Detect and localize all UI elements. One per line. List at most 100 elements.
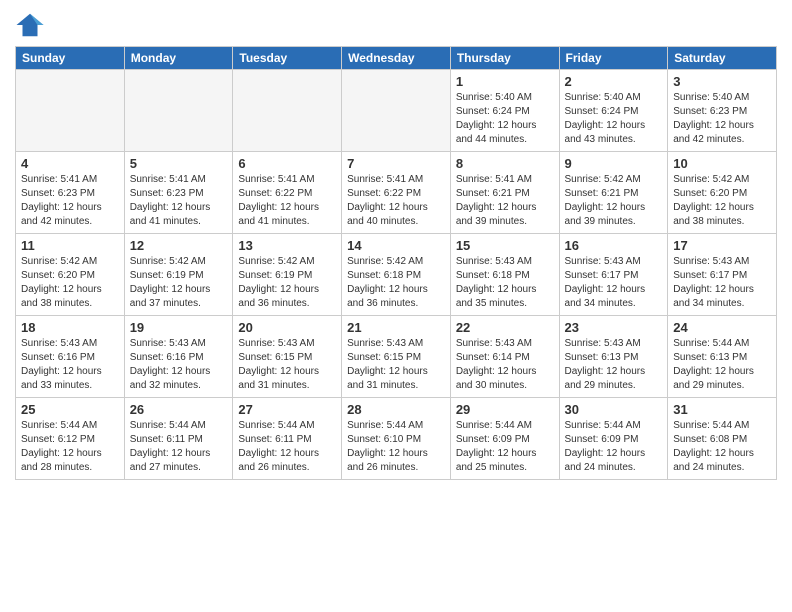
calendar-cell: 7 Sunrise: 5:41 AM Sunset: 6:22 PM Daylig… xyxy=(342,152,451,234)
weekday-header-wednesday: Wednesday xyxy=(342,47,451,70)
weekday-header-row: SundayMondayTuesdayWednesdayThursdayFrid… xyxy=(16,47,777,70)
day-number: 8 xyxy=(456,156,554,171)
calendar-table: SundayMondayTuesdayWednesdayThursdayFrid… xyxy=(15,46,777,480)
day-number: 9 xyxy=(565,156,663,171)
calendar-cell: 18 Sunrise: 5:43 AM Sunset: 6:16 PM Dayli… xyxy=(16,316,125,398)
calendar-cell: 8 Sunrise: 5:41 AM Sunset: 6:21 PM Daylig… xyxy=(450,152,559,234)
day-number: 16 xyxy=(565,238,663,253)
calendar-week-2: 4 Sunrise: 5:41 AM Sunset: 6:23 PM Daylig… xyxy=(16,152,777,234)
weekday-header-monday: Monday xyxy=(124,47,233,70)
day-number: 3 xyxy=(673,74,771,89)
day-info: Sunrise: 5:42 AM Sunset: 6:20 PM Dayligh… xyxy=(673,173,771,229)
calendar-cell: 21 Sunrise: 5:43 AM Sunset: 6:15 PM Dayli… xyxy=(342,316,451,398)
calendar-cell: 10 Sunrise: 5:42 AM Sunset: 6:20 PM Dayli… xyxy=(668,152,777,234)
day-info: Sunrise: 5:43 AM Sunset: 6:15 PM Dayligh… xyxy=(238,337,336,393)
day-number: 1 xyxy=(456,74,554,89)
day-info: Sunrise: 5:40 AM Sunset: 6:24 PM Dayligh… xyxy=(456,91,554,147)
weekday-header-tuesday: Tuesday xyxy=(233,47,342,70)
calendar-cell: 17Sunrise: 5:43 AM Sunset: 6:17 PM Dayli… xyxy=(668,234,777,316)
day-info: Sunrise: 5:44 AM Sunset: 6:13 PM Dayligh… xyxy=(673,337,771,393)
day-number: 14 xyxy=(347,238,445,253)
day-info: Sunrise: 5:44 AM Sunset: 6:08 PM Dayligh… xyxy=(673,419,771,475)
calendar-cell: 1 Sunrise: 5:40 AM Sunset: 6:24 PM Daylig… xyxy=(450,70,559,152)
day-info: Sunrise: 5:41 AM Sunset: 6:22 PM Dayligh… xyxy=(238,173,336,229)
day-number: 17 xyxy=(673,238,771,253)
calendar-cell: 3 Sunrise: 5:40 AM Sunset: 6:23 PM Daylig… xyxy=(668,70,777,152)
day-number: 28 xyxy=(347,402,445,417)
calendar-cell xyxy=(342,70,451,152)
day-number: 30 xyxy=(565,402,663,417)
day-info: Sunrise: 5:44 AM Sunset: 6:11 PM Dayligh… xyxy=(238,419,336,475)
calendar-cell: 27 Sunrise: 5:44 AM Sunset: 6:11 PM Dayli… xyxy=(233,398,342,480)
day-info: Sunrise: 5:41 AM Sunset: 6:22 PM Dayligh… xyxy=(347,173,445,229)
day-info: Sunrise: 5:41 AM Sunset: 6:21 PM Dayligh… xyxy=(456,173,554,229)
day-number: 10 xyxy=(673,156,771,171)
weekday-header-thursday: Thursday xyxy=(450,47,559,70)
calendar-cell: 16 Sunrise: 5:43 AM Sunset: 6:17 PM Dayli… xyxy=(559,234,668,316)
day-number: 7 xyxy=(347,156,445,171)
day-number: 24 xyxy=(673,320,771,335)
day-number: 23 xyxy=(565,320,663,335)
day-number: 26 xyxy=(130,402,228,417)
day-number: 31 xyxy=(673,402,771,417)
day-number: 27 xyxy=(238,402,336,417)
day-info: Sunrise: 5:40 AM Sunset: 6:23 PM Dayligh… xyxy=(673,91,771,147)
day-info: Sunrise: 5:42 AM Sunset: 6:18 PM Dayligh… xyxy=(347,255,445,311)
calendar-cell: 11 Sunrise: 5:42 AM Sunset: 6:20 PM Dayli… xyxy=(16,234,125,316)
calendar-cell xyxy=(124,70,233,152)
calendar-cell: 14 Sunrise: 5:42 AM Sunset: 6:18 PM Dayli… xyxy=(342,234,451,316)
calendar-cell: 5Sunrise: 5:41 AM Sunset: 6:23 PM Daylig… xyxy=(124,152,233,234)
calendar-cell: 22 Sunrise: 5:43 AM Sunset: 6:14 PM Dayli… xyxy=(450,316,559,398)
calendar-cell: 26 Sunrise: 5:44 AM Sunset: 6:11 PM Dayli… xyxy=(124,398,233,480)
calendar-cell: 9Sunrise: 5:42 AM Sunset: 6:21 PM Daylig… xyxy=(559,152,668,234)
day-info: Sunrise: 5:41 AM Sunset: 6:23 PM Dayligh… xyxy=(21,173,119,229)
weekday-header-friday: Friday xyxy=(559,47,668,70)
day-info: Sunrise: 5:41 AM Sunset: 6:23 PM Dayligh… xyxy=(130,173,228,229)
day-number: 11 xyxy=(21,238,119,253)
calendar-cell: 25Sunrise: 5:44 AM Sunset: 6:12 PM Dayli… xyxy=(16,398,125,480)
calendar-week-5: 25Sunrise: 5:44 AM Sunset: 6:12 PM Dayli… xyxy=(16,398,777,480)
day-info: Sunrise: 5:42 AM Sunset: 6:20 PM Dayligh… xyxy=(21,255,119,311)
day-info: Sunrise: 5:42 AM Sunset: 6:19 PM Dayligh… xyxy=(130,255,228,311)
day-number: 6 xyxy=(238,156,336,171)
weekday-header-saturday: Saturday xyxy=(668,47,777,70)
day-number: 21 xyxy=(347,320,445,335)
calendar-cell: 24 Sunrise: 5:44 AM Sunset: 6:13 PM Dayli… xyxy=(668,316,777,398)
calendar-cell: 12Sunrise: 5:42 AM Sunset: 6:19 PM Dayli… xyxy=(124,234,233,316)
day-info: Sunrise: 5:43 AM Sunset: 6:16 PM Dayligh… xyxy=(21,337,119,393)
day-info: Sunrise: 5:43 AM Sunset: 6:15 PM Dayligh… xyxy=(347,337,445,393)
day-number: 4 xyxy=(21,156,119,171)
day-number: 2 xyxy=(565,74,663,89)
calendar-cell: 29 Sunrise: 5:44 AM Sunset: 6:09 PM Dayli… xyxy=(450,398,559,480)
day-info: Sunrise: 5:44 AM Sunset: 6:09 PM Dayligh… xyxy=(565,419,663,475)
header xyxy=(15,10,777,40)
day-number: 29 xyxy=(456,402,554,417)
calendar-cell: 20 Sunrise: 5:43 AM Sunset: 6:15 PM Dayli… xyxy=(233,316,342,398)
day-info: Sunrise: 5:44 AM Sunset: 6:09 PM Dayligh… xyxy=(456,419,554,475)
day-number: 22 xyxy=(456,320,554,335)
calendar-cell xyxy=(233,70,342,152)
day-info: Sunrise: 5:44 AM Sunset: 6:10 PM Dayligh… xyxy=(347,419,445,475)
day-number: 18 xyxy=(21,320,119,335)
weekday-header-sunday: Sunday xyxy=(16,47,125,70)
calendar-cell: 13 Sunrise: 5:42 AM Sunset: 6:19 PM Dayli… xyxy=(233,234,342,316)
calendar-cell: 2 Sunrise: 5:40 AM Sunset: 6:24 PM Daylig… xyxy=(559,70,668,152)
calendar-cell xyxy=(16,70,125,152)
day-info: Sunrise: 5:43 AM Sunset: 6:17 PM Dayligh… xyxy=(565,255,663,311)
day-info: Sunrise: 5:40 AM Sunset: 6:24 PM Dayligh… xyxy=(565,91,663,147)
day-info: Sunrise: 5:43 AM Sunset: 6:14 PM Dayligh… xyxy=(456,337,554,393)
calendar-header: SundayMondayTuesdayWednesdayThursdayFrid… xyxy=(16,47,777,70)
page-container: SundayMondayTuesdayWednesdayThursdayFrid… xyxy=(0,0,792,490)
logo-icon xyxy=(15,10,45,40)
day-number: 20 xyxy=(238,320,336,335)
day-info: Sunrise: 5:44 AM Sunset: 6:12 PM Dayligh… xyxy=(21,419,119,475)
day-info: Sunrise: 5:44 AM Sunset: 6:11 PM Dayligh… xyxy=(130,419,228,475)
calendar-cell: 4 Sunrise: 5:41 AM Sunset: 6:23 PM Daylig… xyxy=(16,152,125,234)
day-info: Sunrise: 5:42 AM Sunset: 6:19 PM Dayligh… xyxy=(238,255,336,311)
day-info: Sunrise: 5:43 AM Sunset: 6:16 PM Dayligh… xyxy=(130,337,228,393)
day-number: 19 xyxy=(130,320,228,335)
calendar-week-3: 11 Sunrise: 5:42 AM Sunset: 6:20 PM Dayli… xyxy=(16,234,777,316)
day-number: 13 xyxy=(238,238,336,253)
day-info: Sunrise: 5:43 AM Sunset: 6:13 PM Dayligh… xyxy=(565,337,663,393)
calendar-cell: 30 Sunrise: 5:44 AM Sunset: 6:09 PM Dayli… xyxy=(559,398,668,480)
